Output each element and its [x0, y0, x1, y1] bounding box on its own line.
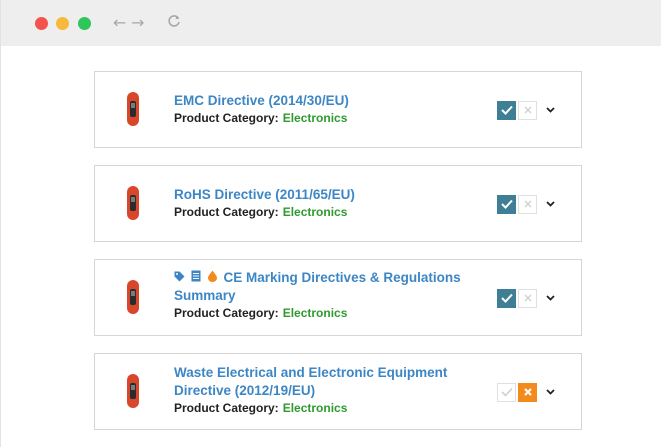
directive-card: Waste Electrical and Electronic Equipmen… [94, 353, 582, 430]
directive-card: CE Marking Directives & Regulations Summ… [94, 259, 582, 336]
chevron-down-icon[interactable] [545, 199, 555, 209]
close-window-button[interactable] [35, 17, 48, 30]
approve-check-button[interactable] [497, 100, 516, 120]
minimize-window-button[interactable] [56, 17, 69, 30]
product-thumbnail-icon [125, 186, 141, 220]
product-category-label: Product Category: [174, 401, 279, 415]
item-actions [495, 382, 555, 402]
product-category-label: Product Category: [174, 306, 279, 321]
chevron-down-icon[interactable] [545, 387, 555, 397]
item-actions [495, 100, 555, 120]
product-category-value: Electronics [282, 306, 348, 321]
approve-check-button[interactable] [497, 288, 516, 308]
product-category-label: Product Category: [174, 205, 279, 219]
browser-titlebar: ← → [1, 0, 661, 46]
back-arrow-icon[interactable]: ← [113, 13, 126, 33]
chevron-down-icon[interactable] [545, 293, 555, 303]
forward-arrow-icon[interactable]: → [131, 13, 144, 33]
tag-icon [174, 269, 185, 287]
item-icons [174, 269, 220, 287]
directive-card: RoHS Directive (2011/65/EU) Product Cate… [94, 165, 582, 242]
browser-window: ← → EMC Directive (2014/30/EU) Product C… [0, 0, 661, 447]
reject-x-button[interactable] [518, 382, 537, 402]
item-actions [495, 194, 555, 214]
product-category: Product Category: Electronics [174, 401, 461, 416]
directive-title-link[interactable]: Waste Electrical and Electronic Equipmen… [174, 364, 461, 400]
approve-check-button[interactable] [497, 382, 516, 402]
approve-check-button[interactable] [497, 194, 516, 214]
product-category-value: Electronics [282, 205, 348, 219]
product-category: Product Category: Electronics [174, 205, 461, 220]
directive-title-link[interactable]: CE Marking Directives & Regulations Summ… [174, 269, 461, 305]
reject-x-button[interactable] [518, 288, 537, 308]
reload-icon[interactable] [167, 13, 181, 33]
chevron-down-icon[interactable] [545, 105, 555, 115]
document-icon [191, 269, 201, 287]
reject-x-button[interactable] [518, 194, 537, 214]
product-category-label: Product Category: [174, 111, 279, 125]
maximize-window-button[interactable] [78, 17, 91, 30]
product-category-value: Electronics [282, 111, 348, 125]
drop-icon [207, 269, 218, 287]
directive-card: EMC Directive (2014/30/EU) Product Categ… [94, 71, 582, 148]
reject-x-button[interactable] [518, 100, 537, 120]
product-category: Product Category: Electronics [174, 306, 461, 321]
product-thumbnail-icon [125, 374, 141, 408]
directive-title-link[interactable]: RoHS Directive (2011/65/EU) [174, 186, 461, 204]
product-thumbnail-icon [125, 280, 141, 314]
product-thumbnail-icon [125, 92, 141, 126]
directive-title-link[interactable]: EMC Directive (2014/30/EU) [174, 92, 461, 110]
item-actions [495, 288, 555, 308]
product-category-value: Electronics [282, 401, 348, 415]
product-category: Product Category: Electronics [174, 111, 461, 126]
